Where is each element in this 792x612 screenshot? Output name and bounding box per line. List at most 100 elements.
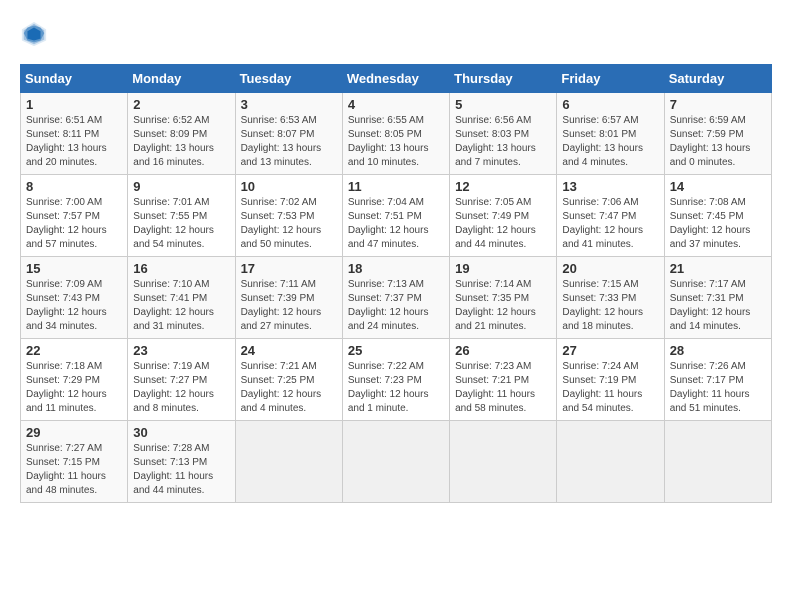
day-info: Sunrise: 7:23 AM Sunset: 7:21 PM Dayligh…: [455, 360, 551, 416]
column-header-thursday: Thursday: [450, 65, 557, 93]
day-info: Sunrise: 7:19 AM Sunset: 7:27 PM Dayligh…: [133, 360, 229, 416]
day-number: 18: [348, 261, 444, 276]
day-info: Sunrise: 7:14 AM Sunset: 7:35 PM Dayligh…: [455, 278, 551, 334]
day-info: Sunrise: 7:13 AM Sunset: 7:37 PM Dayligh…: [348, 278, 444, 334]
calendar-cell: 20 Sunrise: 7:15 AM Sunset: 7:33 PM Dayl…: [557, 257, 664, 339]
calendar-cell: [235, 421, 342, 503]
calendar-cell: 19 Sunrise: 7:14 AM Sunset: 7:35 PM Dayl…: [450, 257, 557, 339]
day-number: 9: [133, 179, 229, 194]
calendar-cell: 1 Sunrise: 6:51 AM Sunset: 8:11 PM Dayli…: [21, 93, 128, 175]
calendar-cell: 16 Sunrise: 7:10 AM Sunset: 7:41 PM Dayl…: [128, 257, 235, 339]
column-header-monday: Monday: [128, 65, 235, 93]
day-number: 21: [670, 261, 766, 276]
calendar-cell: 3 Sunrise: 6:53 AM Sunset: 8:07 PM Dayli…: [235, 93, 342, 175]
day-info: Sunrise: 7:02 AM Sunset: 7:53 PM Dayligh…: [241, 196, 337, 252]
day-number: 23: [133, 343, 229, 358]
week-row-3: 15 Sunrise: 7:09 AM Sunset: 7:43 PM Dayl…: [21, 257, 772, 339]
day-info: Sunrise: 6:56 AM Sunset: 8:03 PM Dayligh…: [455, 114, 551, 170]
day-number: 2: [133, 97, 229, 112]
day-number: 16: [133, 261, 229, 276]
calendar-cell: 5 Sunrise: 6:56 AM Sunset: 8:03 PM Dayli…: [450, 93, 557, 175]
calendar-cell: [557, 421, 664, 503]
day-number: 19: [455, 261, 551, 276]
calendar-header-row: SundayMondayTuesdayWednesdayThursdayFrid…: [21, 65, 772, 93]
column-header-tuesday: Tuesday: [235, 65, 342, 93]
day-info: Sunrise: 6:59 AM Sunset: 7:59 PM Dayligh…: [670, 114, 766, 170]
day-number: 30: [133, 425, 229, 440]
calendar-cell: 8 Sunrise: 7:00 AM Sunset: 7:57 PM Dayli…: [21, 175, 128, 257]
day-number: 11: [348, 179, 444, 194]
day-info: Sunrise: 7:15 AM Sunset: 7:33 PM Dayligh…: [562, 278, 658, 334]
day-number: 17: [241, 261, 337, 276]
calendar-cell: 18 Sunrise: 7:13 AM Sunset: 7:37 PM Dayl…: [342, 257, 449, 339]
calendar-cell: [664, 421, 771, 503]
week-row-5: 29 Sunrise: 7:27 AM Sunset: 7:15 PM Dayl…: [21, 421, 772, 503]
calendar-cell: 2 Sunrise: 6:52 AM Sunset: 8:09 PM Dayli…: [128, 93, 235, 175]
day-info: Sunrise: 7:17 AM Sunset: 7:31 PM Dayligh…: [670, 278, 766, 334]
day-info: Sunrise: 7:24 AM Sunset: 7:19 PM Dayligh…: [562, 360, 658, 416]
day-number: 14: [670, 179, 766, 194]
week-row-2: 8 Sunrise: 7:00 AM Sunset: 7:57 PM Dayli…: [21, 175, 772, 257]
day-info: Sunrise: 7:21 AM Sunset: 7:25 PM Dayligh…: [241, 360, 337, 416]
day-number: 3: [241, 97, 337, 112]
day-number: 5: [455, 97, 551, 112]
calendar-cell: 23 Sunrise: 7:19 AM Sunset: 7:27 PM Dayl…: [128, 339, 235, 421]
day-number: 6: [562, 97, 658, 112]
day-number: 27: [562, 343, 658, 358]
calendar-cell: 25 Sunrise: 7:22 AM Sunset: 7:23 PM Dayl…: [342, 339, 449, 421]
day-info: Sunrise: 7:00 AM Sunset: 7:57 PM Dayligh…: [26, 196, 122, 252]
day-info: Sunrise: 6:53 AM Sunset: 8:07 PM Dayligh…: [241, 114, 337, 170]
calendar-cell: 14 Sunrise: 7:08 AM Sunset: 7:45 PM Dayl…: [664, 175, 771, 257]
calendar-cell: 11 Sunrise: 7:04 AM Sunset: 7:51 PM Dayl…: [342, 175, 449, 257]
day-number: 22: [26, 343, 122, 358]
day-number: 28: [670, 343, 766, 358]
calendar-cell: 17 Sunrise: 7:11 AM Sunset: 7:39 PM Dayl…: [235, 257, 342, 339]
day-number: 26: [455, 343, 551, 358]
column-header-wednesday: Wednesday: [342, 65, 449, 93]
calendar-cell: 15 Sunrise: 7:09 AM Sunset: 7:43 PM Dayl…: [21, 257, 128, 339]
calendar-cell: 4 Sunrise: 6:55 AM Sunset: 8:05 PM Dayli…: [342, 93, 449, 175]
calendar-cell: 10 Sunrise: 7:02 AM Sunset: 7:53 PM Dayl…: [235, 175, 342, 257]
day-info: Sunrise: 7:06 AM Sunset: 7:47 PM Dayligh…: [562, 196, 658, 252]
day-info: Sunrise: 6:57 AM Sunset: 8:01 PM Dayligh…: [562, 114, 658, 170]
day-info: Sunrise: 7:09 AM Sunset: 7:43 PM Dayligh…: [26, 278, 122, 334]
day-number: 24: [241, 343, 337, 358]
day-info: Sunrise: 7:18 AM Sunset: 7:29 PM Dayligh…: [26, 360, 122, 416]
day-info: Sunrise: 7:10 AM Sunset: 7:41 PM Dayligh…: [133, 278, 229, 334]
calendar-table: SundayMondayTuesdayWednesdayThursdayFrid…: [20, 64, 772, 503]
day-info: Sunrise: 7:28 AM Sunset: 7:13 PM Dayligh…: [133, 442, 229, 498]
calendar-cell: 30 Sunrise: 7:28 AM Sunset: 7:13 PM Dayl…: [128, 421, 235, 503]
day-number: 10: [241, 179, 337, 194]
calendar-cell: 12 Sunrise: 7:05 AM Sunset: 7:49 PM Dayl…: [450, 175, 557, 257]
day-info: Sunrise: 6:52 AM Sunset: 8:09 PM Dayligh…: [133, 114, 229, 170]
calendar-cell: [450, 421, 557, 503]
day-info: Sunrise: 7:22 AM Sunset: 7:23 PM Dayligh…: [348, 360, 444, 416]
column-header-friday: Friday: [557, 65, 664, 93]
calendar-cell: 26 Sunrise: 7:23 AM Sunset: 7:21 PM Dayl…: [450, 339, 557, 421]
column-header-saturday: Saturday: [664, 65, 771, 93]
day-info: Sunrise: 7:01 AM Sunset: 7:55 PM Dayligh…: [133, 196, 229, 252]
calendar-cell: 21 Sunrise: 7:17 AM Sunset: 7:31 PM Dayl…: [664, 257, 771, 339]
day-number: 13: [562, 179, 658, 194]
calendar-cell: 7 Sunrise: 6:59 AM Sunset: 7:59 PM Dayli…: [664, 93, 771, 175]
day-number: 15: [26, 261, 122, 276]
calendar-cell: 27 Sunrise: 7:24 AM Sunset: 7:19 PM Dayl…: [557, 339, 664, 421]
calendar-cell: 24 Sunrise: 7:21 AM Sunset: 7:25 PM Dayl…: [235, 339, 342, 421]
day-info: Sunrise: 7:11 AM Sunset: 7:39 PM Dayligh…: [241, 278, 337, 334]
day-info: Sunrise: 7:05 AM Sunset: 7:49 PM Dayligh…: [455, 196, 551, 252]
calendar-cell: 9 Sunrise: 7:01 AM Sunset: 7:55 PM Dayli…: [128, 175, 235, 257]
day-number: 8: [26, 179, 122, 194]
calendar-cell: 29 Sunrise: 7:27 AM Sunset: 7:15 PM Dayl…: [21, 421, 128, 503]
day-number: 7: [670, 97, 766, 112]
day-info: Sunrise: 6:51 AM Sunset: 8:11 PM Dayligh…: [26, 114, 122, 170]
logo-icon: [20, 20, 48, 48]
calendar-cell: 22 Sunrise: 7:18 AM Sunset: 7:29 PM Dayl…: [21, 339, 128, 421]
day-number: 12: [455, 179, 551, 194]
day-info: Sunrise: 6:55 AM Sunset: 8:05 PM Dayligh…: [348, 114, 444, 170]
week-row-4: 22 Sunrise: 7:18 AM Sunset: 7:29 PM Dayl…: [21, 339, 772, 421]
day-info: Sunrise: 7:04 AM Sunset: 7:51 PM Dayligh…: [348, 196, 444, 252]
day-number: 20: [562, 261, 658, 276]
day-info: Sunrise: 7:08 AM Sunset: 7:45 PM Dayligh…: [670, 196, 766, 252]
day-number: 4: [348, 97, 444, 112]
day-number: 29: [26, 425, 122, 440]
